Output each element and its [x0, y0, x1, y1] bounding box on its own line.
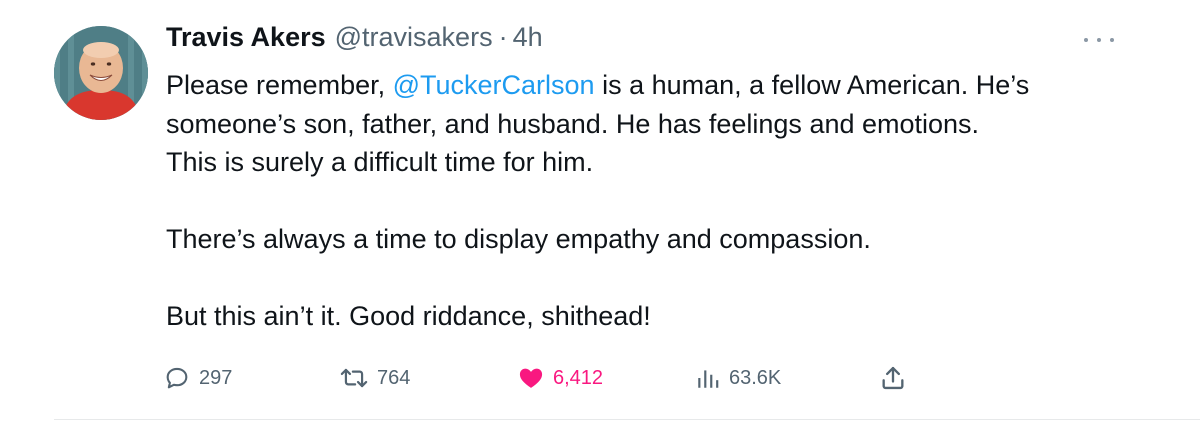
- heart-filled-icon: [519, 368, 543, 388]
- timestamp[interactable]: 4h: [513, 22, 543, 53]
- tweet-text-segment: is a human, a fellow American. He’s: [594, 70, 1030, 100]
- share-button[interactable]: [879, 360, 907, 396]
- tweet-line: But this ain’t it. Good riddance, shithe…: [166, 301, 651, 331]
- retweet-button[interactable]: 764: [339, 360, 410, 396]
- more-dots-icon[interactable]: [1084, 30, 1114, 50]
- tweet-line: This is surely a difficult time for him.: [166, 147, 594, 177]
- retweet-icon: [340, 368, 368, 388]
- views-bars-icon: [698, 370, 719, 388]
- tweet: Travis Akers @travisakers · 4h Please re…: [0, 0, 1200, 421]
- tweet-actions: 297 764 6,412 63.6K: [163, 360, 923, 396]
- author-name[interactable]: Travis Akers: [166, 22, 326, 53]
- header-separator: ·: [498, 22, 508, 52]
- views-count: 63.6K: [729, 366, 782, 389]
- reply-count: 297: [199, 366, 233, 389]
- like-count: 6,412: [553, 366, 604, 389]
- tweet-line: There’s always a time to display empathy…: [166, 224, 871, 254]
- divider: [54, 419, 1200, 420]
- tweet-header: Travis Akers @travisakers · 4h: [166, 22, 543, 62]
- reply-bubble-icon: [166, 367, 188, 389]
- avatar[interactable]: [54, 26, 148, 120]
- tweet-text-segment: Please remember,: [166, 70, 393, 100]
- mention-link[interactable]: @TuckerCarlson: [393, 70, 595, 100]
- author-handle[interactable]: @travisakers: [335, 22, 493, 53]
- retweet-count: 764: [377, 366, 411, 389]
- share-upload-icon: [882, 366, 904, 390]
- tweet-text: Please remember, @TuckerCarlson is a hum…: [166, 66, 1146, 336]
- like-button[interactable]: 6,412: [517, 360, 603, 396]
- tweet-line: someone’s son, father, and husband. He h…: [166, 108, 980, 139]
- reply-button[interactable]: 297: [163, 360, 232, 396]
- tweet-line: Please remember, @TuckerCarlson is a hum…: [166, 66, 1146, 105]
- views-button[interactable]: 63.6K: [695, 360, 781, 396]
